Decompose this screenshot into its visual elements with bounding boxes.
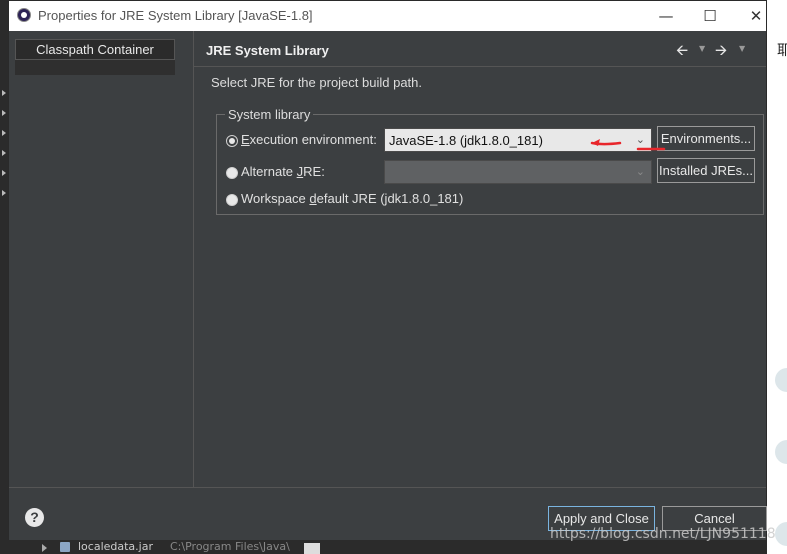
properties-dialog: Properties for JRE System Library [JavaS… [8,0,767,540]
page-header: JRE System Library 🡨 ▼ 🡪 ▼ [194,31,766,67]
minimize-button[interactable]: — [655,5,677,27]
background-editor-strip [0,0,8,554]
jar-icon [60,542,70,552]
page-description: Select JRE for the project build path. [211,75,423,90]
workspace-default-radio[interactable] [226,194,238,206]
tree-empty-row [15,60,175,75]
window-title: Properties for JRE System Library [JavaS… [38,8,313,23]
tree-item-classpath-container[interactable]: Classpath Container [15,39,175,60]
alternate-jre-combo[interactable]: ⌄ [384,160,652,184]
background-text: 耶 [777,43,787,59]
execution-environment-radio[interactable] [226,135,238,147]
tree-expand-icon [2,170,6,176]
installed-jres-button[interactable]: Installed JREs... [657,158,755,183]
execution-environment-label: Execution environment: [241,132,377,147]
close-button[interactable]: ✕ [745,5,767,27]
title-bar: Properties for JRE System Library [JavaS… [9,1,766,31]
group-label: System library [225,107,314,122]
tree-expand-icon [2,190,6,196]
background-block [304,543,320,554]
tree-expand-icon [2,90,6,96]
jar-file-path: C:\Program Files\Java\ [170,540,290,553]
environments-button[interactable]: Environments... [657,126,755,151]
forward-history-dropdown-icon[interactable]: ▼ [739,44,745,53]
help-icon[interactable]: ? [25,508,44,527]
workspace-default-label: Workspace default JRE (jdk1.8.0_181) [241,191,464,206]
page-tree-pane: Classpath Container [9,31,194,487]
back-history-dropdown-icon[interactable]: ▼ [699,44,705,53]
background-package-explorer-row: localedata.jar C:\Program Files\Java\ [8,540,767,554]
background-avatar-icon [775,440,787,464]
back-arrow-icon[interactable]: 🡨 [676,40,688,65]
combo-value: JavaSE-1.8 (jdk1.8.0_181) [389,133,543,148]
alternate-jre-radio[interactable] [226,167,238,179]
tree-expand-icon [42,544,47,552]
jar-file-name: localedata.jar [78,540,153,553]
tree-expand-icon [2,110,6,116]
eclipse-icon [17,8,31,22]
background-avatar-icon [775,368,787,392]
maximize-button[interactable]: ☐ [699,5,721,27]
red-arrow-annotation-icon [590,139,666,151]
forward-arrow-icon[interactable]: 🡪 [715,40,727,65]
watermark-text: https://blog.csdn.net/LJN951118 [550,526,776,542]
alternate-jre-label: Alternate JRE: [241,164,325,179]
tree-expand-icon [2,150,6,156]
tree-expand-icon [2,130,6,136]
system-library-group: System library Execution environment: Ja… [216,107,764,215]
chevron-down-icon: ⌄ [635,165,645,178]
page-title: JRE System Library [206,43,329,58]
background-avatar-icon [775,522,787,546]
background-webpage-strip: 耶 [767,0,787,554]
page-content: JRE System Library 🡨 ▼ 🡪 ▼ Select JRE fo… [194,31,766,487]
